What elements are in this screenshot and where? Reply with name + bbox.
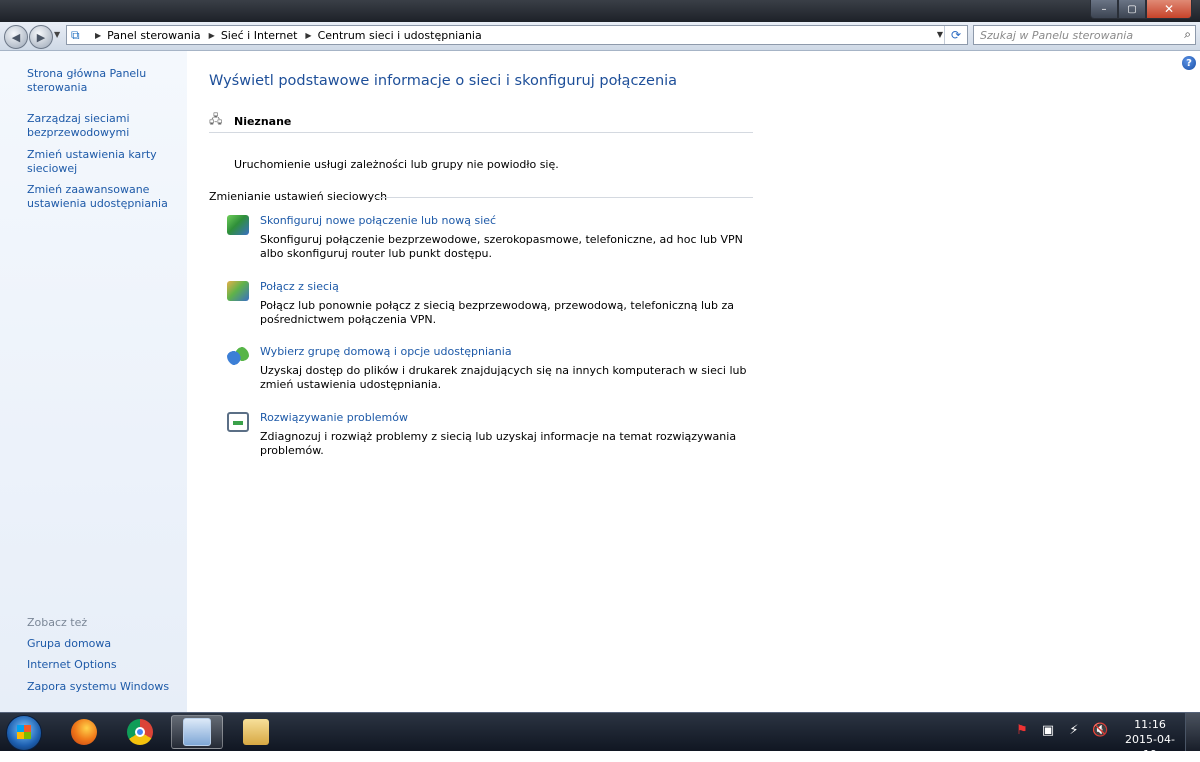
search-input[interactable] <box>980 27 1170 43</box>
maximize-button[interactable]: ▢ <box>1118 0 1146 19</box>
explorer-icon <box>243 719 269 745</box>
forward-button[interactable]: ▶ <box>29 25 53 49</box>
power-icon[interactable]: ⚡ <box>1066 723 1082 738</box>
caption-buttons: – ▢ ✕ <box>1090 0 1192 19</box>
task-description: Skonfiguruj połączenie bezprzewodowe, sz… <box>260 233 743 260</box>
status-message: Uruchomienie usługi zależności lub grupy… <box>234 158 559 171</box>
section-heading: Zmienianie ustawień sieciowych <box>209 190 388 203</box>
link-advanced-sharing-settings[interactable]: Zmień zaawansowane ustawienia udostępnia… <box>27 183 177 211</box>
network-computer-icon: 🖧 <box>209 112 223 126</box>
connect-network-icon <box>227 281 249 301</box>
link-change-adapter-settings[interactable]: Zmień ustawienia karty sieciowej <box>27 148 177 176</box>
windows-logo-icon <box>17 725 31 739</box>
network-icon[interactable]: ▣ <box>1040 723 1056 738</box>
breadcrumb-separator-icon[interactable]: ▶ <box>305 31 311 40</box>
breadcrumb-network-internet[interactable]: Sieć i Internet <box>221 29 298 42</box>
link-control-panel-home[interactable]: Strona główna Panelu sterowania <box>27 67 177 95</box>
taskbar-control-panel[interactable] <box>171 715 223 749</box>
link-homegroup[interactable]: Grupa domowa <box>27 637 177 651</box>
back-arrow-icon: ◀ <box>11 30 21 44</box>
chrome-icon <box>127 719 153 745</box>
back-button[interactable]: ◀ <box>4 25 28 49</box>
link-windows-firewall[interactable]: Zapora systemu Windows <box>27 680 177 694</box>
close-button[interactable]: ✕ <box>1146 0 1192 19</box>
clock-time: 11:16 <box>1134 718 1166 731</box>
help-icon[interactable]: ? <box>1182 56 1196 70</box>
setup-connection-link[interactable]: Skonfiguruj nowe połączenie lub nową sie… <box>260 214 496 227</box>
address-dropdown-icon[interactable]: ▼ <box>937 30 943 39</box>
troubleshoot-link[interactable]: Rozwiązywanie problemów <box>260 411 408 424</box>
start-button[interactable] <box>6 715 42 751</box>
link-internet-options[interactable]: Internet Options <box>27 658 177 672</box>
task-description: Zdiagnozuj i rozwiąż problemy z siecią l… <box>260 430 737 457</box>
firefox-icon <box>71 719 97 745</box>
network-location-icon: ⧉ <box>71 28 80 42</box>
system-tray: ⚑ ▣ ⚡ 🔇 <box>1014 723 1108 738</box>
show-desktop-button[interactable] <box>1185 713 1200 751</box>
search-icon[interactable]: ⌕ <box>1184 27 1191 42</box>
homegroup-sharing-link[interactable]: Wybierz grupę domową i opcje udostępnian… <box>260 345 512 358</box>
clock-date: 2015-04-19 <box>1125 733 1175 761</box>
divider <box>209 132 753 133</box>
forward-arrow-icon: ▶ <box>36 30 46 44</box>
troubleshoot-icon <box>227 412 249 432</box>
minimize-button[interactable]: – <box>1090 0 1118 19</box>
see-also-heading: Zobacz też <box>27 616 88 629</box>
volume-muted-icon[interactable]: 🔇 <box>1092 723 1108 738</box>
navigation-bar: ◀ ▶ ▼ ⧉ ▶ Panel sterowania ▶ Sieć i Inte… <box>0 22 1200 51</box>
action-center-flag-icon[interactable]: ⚑ <box>1014 723 1030 738</box>
taskbar: ⚑ ▣ ⚡ 🔇 11:16 2015-04-19 <box>0 712 1200 761</box>
left-nav-pane: Strona główna Panelu sterowania Zarządza… <box>0 51 187 712</box>
address-bar[interactable]: ⧉ ▶ Panel sterowania ▶ Sieć i Internet ▶… <box>66 25 968 45</box>
homegroup-icon <box>227 346 249 366</box>
recent-pages-dropdown[interactable]: ▼ <box>54 30 60 39</box>
refresh-icon[interactable]: ⟳ <box>944 26 967 44</box>
breadcrumb-separator-icon[interactable]: ▶ <box>95 31 101 40</box>
main-content: ? Wyświetl podstawowe informacje o sieci… <box>187 51 1200 712</box>
window-titlebar: – ▢ ✕ <box>0 0 1200 22</box>
breadcrumb: ▶ Panel sterowania ▶ Sieć i Internet ▶ C… <box>87 29 482 42</box>
breadcrumb-network-center[interactable]: Centrum sieci i udostępniania <box>318 29 482 42</box>
page-title: Wyświetl podstawowe informacje o sieci i… <box>209 73 678 89</box>
taskbar-firefox[interactable] <box>58 715 110 749</box>
task-description: Połącz lub ponownie połącz z siecią bezp… <box>260 299 734 326</box>
divider <box>375 197 753 198</box>
search-box: ⌕ <box>973 25 1196 45</box>
network-name: Nieznane <box>234 115 292 128</box>
new-connection-icon <box>227 215 249 235</box>
clock[interactable]: 11:16 2015-04-19 <box>1123 717 1177 762</box>
breadcrumb-separator-icon[interactable]: ▶ <box>209 31 215 40</box>
link-manage-wireless-networks[interactable]: Zarządzaj sieciami bezprzewodowymi <box>27 112 177 140</box>
breadcrumb-control-panel[interactable]: Panel sterowania <box>107 29 201 42</box>
taskbar-explorer[interactable] <box>230 715 282 749</box>
taskbar-chrome[interactable] <box>114 715 166 749</box>
control-panel-icon <box>183 718 211 746</box>
task-description: Uzyskaj dostęp do plików i drukarek znaj… <box>260 364 747 391</box>
connect-network-link[interactable]: Połącz z siecią <box>260 280 339 293</box>
